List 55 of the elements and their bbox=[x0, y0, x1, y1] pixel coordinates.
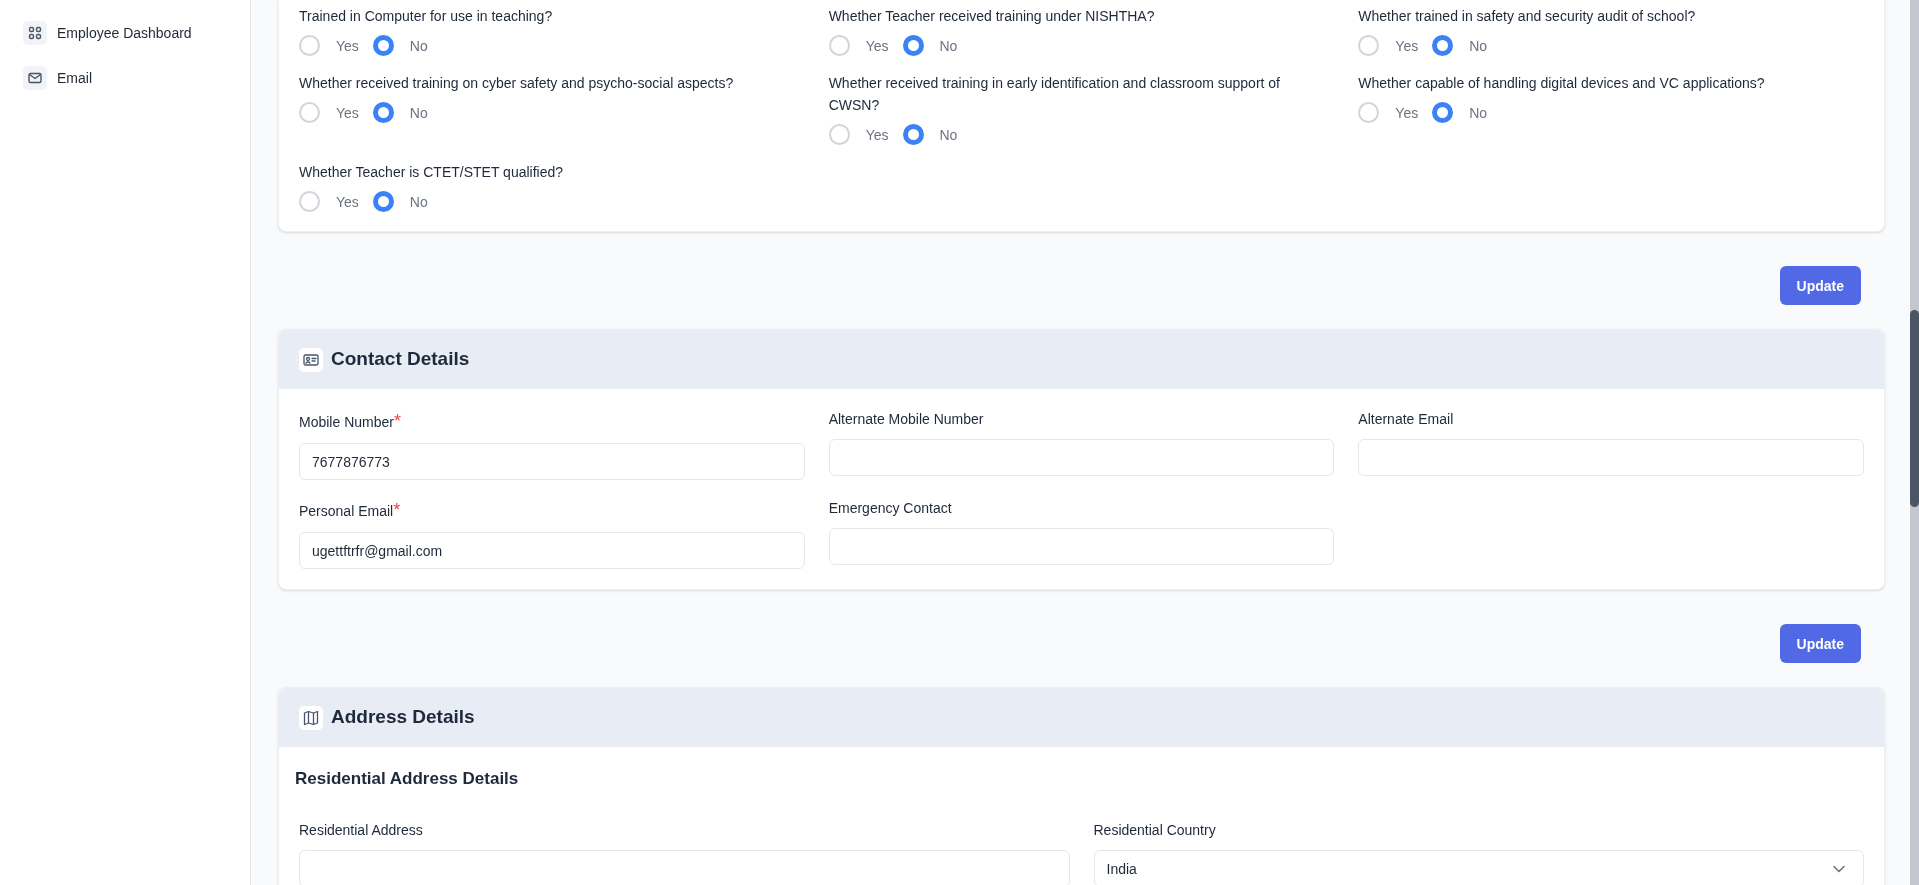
text-field[interactable] bbox=[1358, 439, 1864, 476]
scrollbar-thumb[interactable] bbox=[1910, 310, 1919, 507]
option-label[interactable]: Yes bbox=[865, 35, 889, 56]
option-label[interactable]: No bbox=[409, 191, 428, 212]
section-title: Address Details bbox=[331, 705, 475, 730]
radio-button[interactable] bbox=[902, 124, 924, 145]
mail-icon bbox=[23, 66, 47, 90]
option-label[interactable]: Yes bbox=[1395, 102, 1419, 123]
question-label: Whether trained in safety and security audit of school? bbox=[1358, 7, 1697, 26]
question-label: Whether Teacher is CTET/STET qualified? bbox=[299, 163, 565, 182]
sidebar-item[interactable]: Employee Dashboard bbox=[23, 21, 250, 45]
radio-button[interactable] bbox=[372, 191, 394, 212]
update-button[interactable]: Update bbox=[1779, 624, 1861, 663]
option-label[interactable]: No bbox=[1469, 35, 1488, 56]
radio-button[interactable] bbox=[372, 35, 394, 56]
question-label: Whether capable of handling digital devices and VC applications? bbox=[1358, 74, 1766, 93]
text-field[interactable] bbox=[299, 850, 1070, 885]
field-label: Mobile Number* bbox=[299, 410, 402, 433]
option-label[interactable]: No bbox=[939, 124, 958, 145]
sidebar-item[interactable]: Email bbox=[23, 66, 250, 90]
field-label: Alternate Email bbox=[1358, 410, 1455, 429]
text-field[interactable] bbox=[828, 439, 1335, 476]
radio-button[interactable] bbox=[902, 35, 924, 56]
option-label[interactable]: No bbox=[1469, 102, 1488, 123]
update-button[interactable]: Update bbox=[1779, 266, 1861, 305]
radio-button[interactable] bbox=[1432, 35, 1454, 56]
option-label[interactable]: No bbox=[409, 102, 428, 123]
map-icon bbox=[299, 705, 323, 730]
section-title: Contact Details bbox=[331, 347, 470, 372]
question-label: Trained in Computer for use in teaching? bbox=[299, 7, 554, 26]
question-label: Whether Teacher received training under NISHTHA? bbox=[828, 7, 1156, 26]
field-label: Alternate Mobile Number bbox=[828, 410, 985, 429]
text-field[interactable] bbox=[828, 528, 1335, 565]
radio-button[interactable] bbox=[372, 102, 394, 123]
option-label[interactable]: Yes bbox=[336, 191, 359, 212]
option-label[interactable]: No bbox=[409, 35, 428, 56]
text-field[interactable]: 7677876773 bbox=[299, 443, 805, 480]
option-label[interactable]: Yes bbox=[336, 35, 359, 56]
chevron-down-icon bbox=[1833, 864, 1845, 873]
field-label: Residential Address bbox=[299, 821, 424, 840]
field-label: Emergency Contact bbox=[828, 499, 953, 518]
question-label: Whether received training on cyber safety and psycho-social aspects? bbox=[299, 74, 735, 93]
question-label: Whether received training in early identification and classroom support of CWSN? bbox=[828, 74, 1281, 115]
radio-button[interactable] bbox=[1432, 102, 1454, 123]
grid-icon bbox=[23, 21, 47, 45]
text-field[interactable]: ugettftrfr@gmail.com bbox=[299, 532, 805, 569]
subsection-title: Residential Address Details bbox=[295, 768, 520, 790]
field-label: Personal Email* bbox=[299, 499, 402, 522]
option-label[interactable]: No bbox=[939, 35, 958, 56]
option-label[interactable]: Yes bbox=[336, 102, 359, 123]
country-select[interactable]: India bbox=[1093, 850, 1864, 885]
option-label[interactable]: Yes bbox=[1395, 35, 1419, 56]
field-label: Residential Country bbox=[1093, 821, 1217, 840]
contact-card-icon bbox=[299, 347, 323, 372]
option-label[interactable]: Yes bbox=[865, 124, 889, 145]
